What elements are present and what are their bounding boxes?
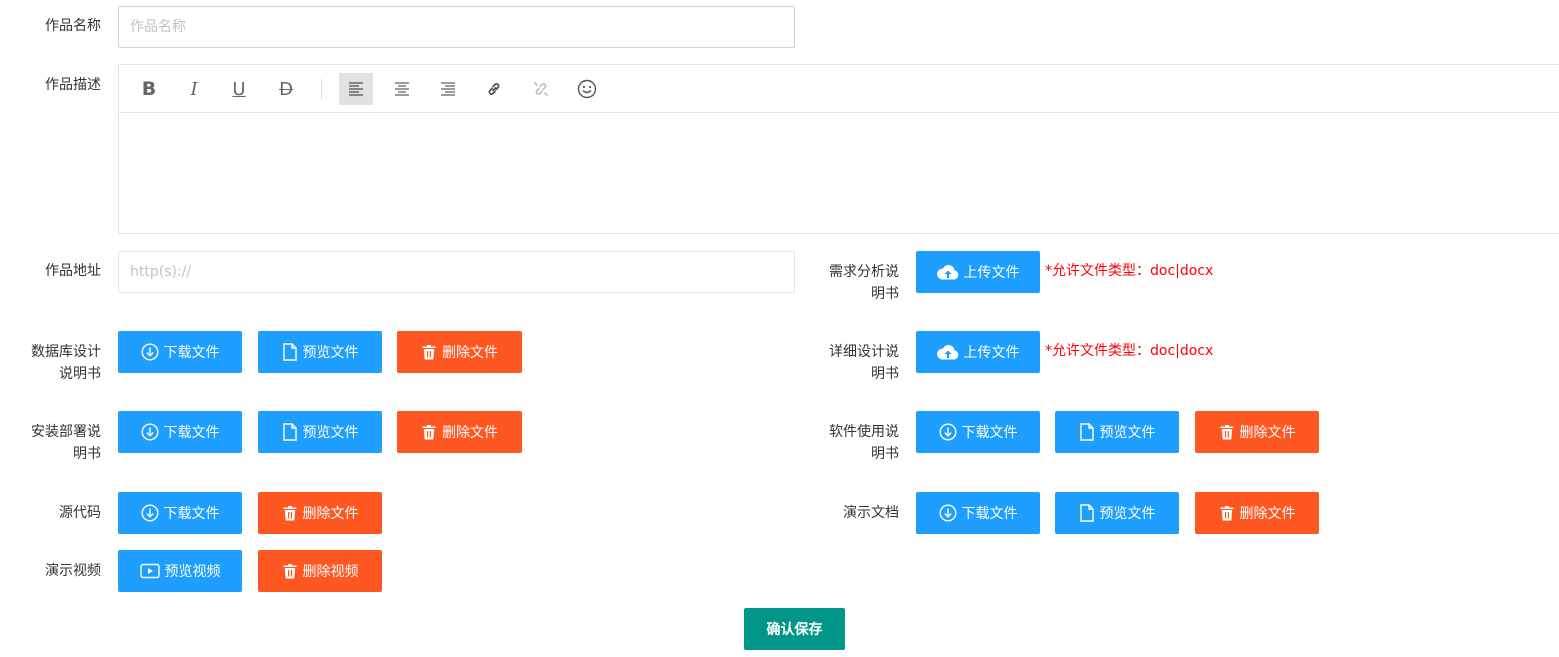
trash-icon (283, 564, 296, 579)
unlink-icon[interactable] (524, 73, 558, 105)
file-icon (1079, 423, 1094, 441)
demo-doc-delete-button[interactable]: 删除文件 (1195, 492, 1319, 534)
name-input[interactable] (118, 6, 795, 48)
source-download-button[interactable]: 下载文件 (118, 492, 242, 534)
video-icon (139, 563, 160, 579)
source-code-label: 源代码 (59, 505, 101, 521)
usage-preview-button[interactable]: 预览文件 (1055, 411, 1179, 453)
install-preview-button[interactable]: 预览文件 (258, 411, 382, 453)
database-preview-button[interactable]: 预览文件 (258, 331, 382, 373)
strikethrough-icon[interactable]: D (269, 73, 303, 105)
demo-doc-download-button[interactable]: 下载文件 (916, 492, 1040, 534)
database-download-button[interactable]: 下载文件 (118, 331, 242, 373)
trash-icon (283, 506, 296, 521)
video-delete-button[interactable]: 删除视频 (258, 550, 382, 592)
file-type-hint: *允许文件类型：doc|docx (1045, 263, 1214, 279)
trash-icon (422, 425, 436, 440)
install-doc-label: 安装部署说明书 (31, 424, 101, 462)
download-icon (140, 423, 159, 441)
file-icon (282, 343, 297, 361)
align-left-icon[interactable] (339, 73, 373, 105)
usage-download-button[interactable]: 下载文件 (916, 411, 1040, 453)
demo-doc-label: 演示文档 (843, 505, 899, 521)
description-label: 作品描述 (45, 77, 101, 93)
rich-text-editor: B I U D (118, 64, 1559, 234)
upload-label: 上传文件 (963, 265, 1020, 281)
link-icon[interactable] (477, 73, 511, 105)
requirements-upload-button[interactable]: 上传文件 (916, 251, 1040, 293)
file-type-hint: *允许文件类型：doc|docx (1045, 343, 1214, 359)
italic-icon[interactable]: I (177, 73, 211, 105)
download-icon (938, 423, 957, 441)
align-right-icon[interactable] (431, 73, 465, 105)
file-icon (282, 423, 297, 441)
file-icon (1079, 504, 1094, 522)
software-usage-doc-label: 软件使用说明书 (829, 424, 899, 462)
video-preview-button[interactable]: 预览视频 (118, 550, 242, 592)
install-delete-button[interactable]: 删除文件 (397, 411, 522, 453)
download-icon (140, 504, 159, 522)
detail-design-doc-label: 详细设计说明书 (829, 344, 899, 382)
database-delete-button[interactable]: 删除文件 (397, 331, 522, 373)
demo-video-label: 演示视频 (45, 563, 101, 579)
trash-icon (1220, 506, 1233, 521)
url-input[interactable] (118, 251, 795, 293)
underline-icon[interactable]: U (222, 73, 256, 105)
editor-content-area[interactable] (119, 113, 1559, 234)
download-icon (140, 343, 159, 361)
source-delete-button[interactable]: 删除文件 (258, 492, 382, 534)
requirements-doc-label: 需求分析说明书 (829, 264, 899, 302)
usage-delete-button[interactable]: 删除文件 (1195, 411, 1319, 453)
align-center-icon[interactable] (385, 73, 419, 105)
url-label: 作品地址 (45, 263, 101, 279)
name-label: 作品名称 (45, 18, 101, 34)
trash-icon (1220, 425, 1233, 440)
download-icon (938, 504, 957, 522)
cloud-upload-icon (936, 344, 958, 360)
detail-design-upload-button[interactable]: 上传文件 (916, 331, 1040, 373)
database-design-doc-label: 数据库设计说明书 (31, 344, 101, 382)
install-download-button[interactable]: 下载文件 (118, 411, 242, 453)
bold-icon[interactable]: B (132, 73, 166, 105)
trash-icon (422, 345, 436, 360)
emoji-icon[interactable] (570, 73, 604, 105)
cloud-upload-icon (936, 264, 958, 280)
confirm-save-button[interactable]: 确认保存 (744, 608, 845, 650)
toolbar-divider (321, 79, 322, 99)
demo-doc-preview-button[interactable]: 预览文件 (1055, 492, 1179, 534)
editor-toolbar: B I U D (119, 65, 1559, 113)
